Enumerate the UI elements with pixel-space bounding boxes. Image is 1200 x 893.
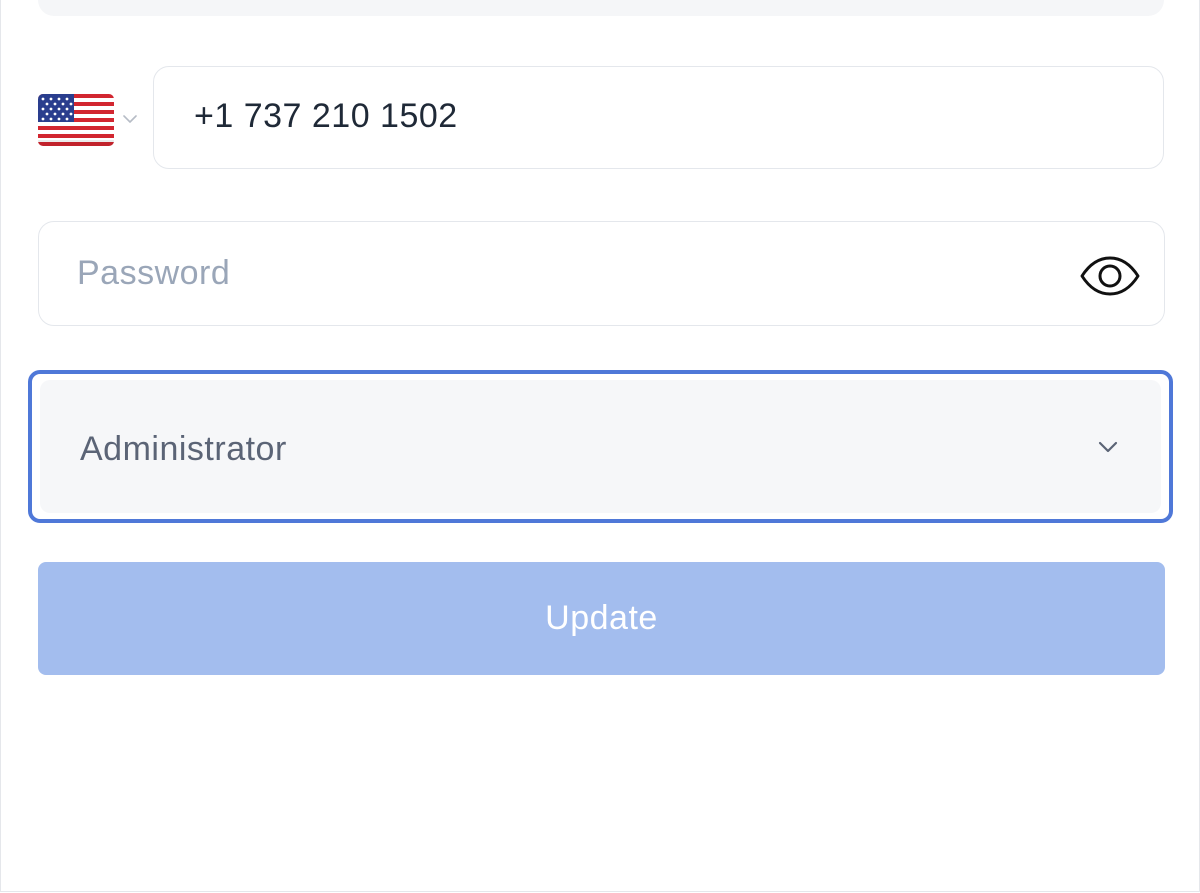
phone-number-value: +1 737 210 1502 — [194, 97, 458, 135]
chevron-down-icon — [123, 115, 137, 123]
role-select-inner: Administrator — [40, 380, 1161, 513]
country-code-picker[interactable] — [38, 94, 144, 146]
phone-number-input[interactable]: +1 737 210 1502 — [153, 66, 1164, 169]
chevron-down-icon — [1098, 441, 1118, 453]
role-select[interactable]: Administrator — [28, 370, 1173, 523]
update-button[interactable]: Update — [38, 562, 1165, 675]
role-selected-value: Administrator — [80, 430, 287, 468]
previous-input-field[interactable] — [38, 0, 1164, 16]
us-flag-icon — [38, 94, 114, 146]
password-input[interactable]: Password — [38, 221, 1165, 326]
form-container: +1 737 210 1502 Password Administrator U… — [0, 0, 1200, 892]
eye-icon[interactable] — [1079, 254, 1141, 298]
password-placeholder: Password — [77, 254, 231, 292]
